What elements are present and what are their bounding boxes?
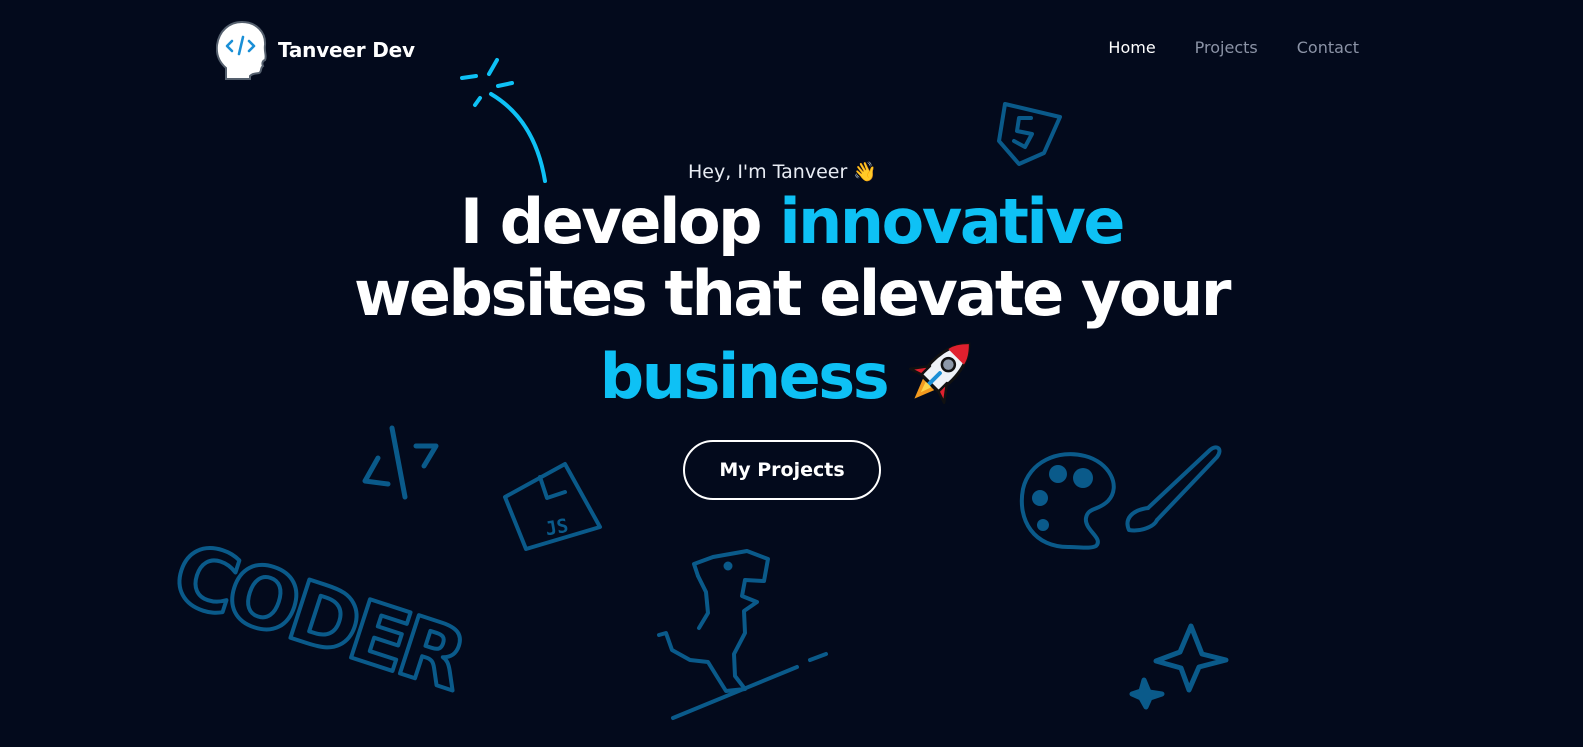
nav-item-home[interactable]: Home bbox=[1108, 38, 1155, 57]
svg-text:CODER: CODER bbox=[162, 524, 477, 710]
paintbrush-icon bbox=[1125, 445, 1222, 533]
coder-bubble-text: CODER bbox=[160, 522, 479, 712]
headline-text-2: websites that elevate your bbox=[353, 257, 1231, 330]
dino-icon bbox=[657, 549, 828, 720]
nav-item-projects[interactable]: Projects bbox=[1195, 38, 1258, 57]
rocket-icon bbox=[909, 342, 971, 405]
js-file-icon: JS bbox=[503, 462, 602, 551]
svg-text:JS: JS bbox=[544, 515, 570, 541]
my-projects-button[interactable]: My Projects bbox=[683, 440, 881, 500]
html5-icon bbox=[997, 102, 1062, 166]
code-head-icon bbox=[216, 20, 267, 80]
nav-item-contact[interactable]: Contact bbox=[1297, 38, 1359, 57]
brand-name: Tanveer Dev bbox=[278, 38, 415, 62]
hero-headline: I develop innovative websites that eleva… bbox=[0, 186, 1583, 413]
code-brackets-icon bbox=[362, 425, 439, 500]
page: JS CODER Tanveer Dev Home Projects Conta… bbox=[0, 0, 1583, 747]
hero-greeting: Hey, I'm Tanveer 👋 bbox=[688, 161, 877, 183]
headline-accent-business: business bbox=[599, 340, 890, 413]
star-icon bbox=[1129, 623, 1229, 710]
headline-text-1: I develop bbox=[459, 185, 780, 258]
main-nav: Home Projects Contact bbox=[1108, 38, 1359, 57]
palette-icon bbox=[1019, 452, 1116, 550]
brand-logo[interactable]: Tanveer Dev bbox=[216, 20, 415, 80]
headline-accent-innovative: innovative bbox=[779, 185, 1125, 258]
